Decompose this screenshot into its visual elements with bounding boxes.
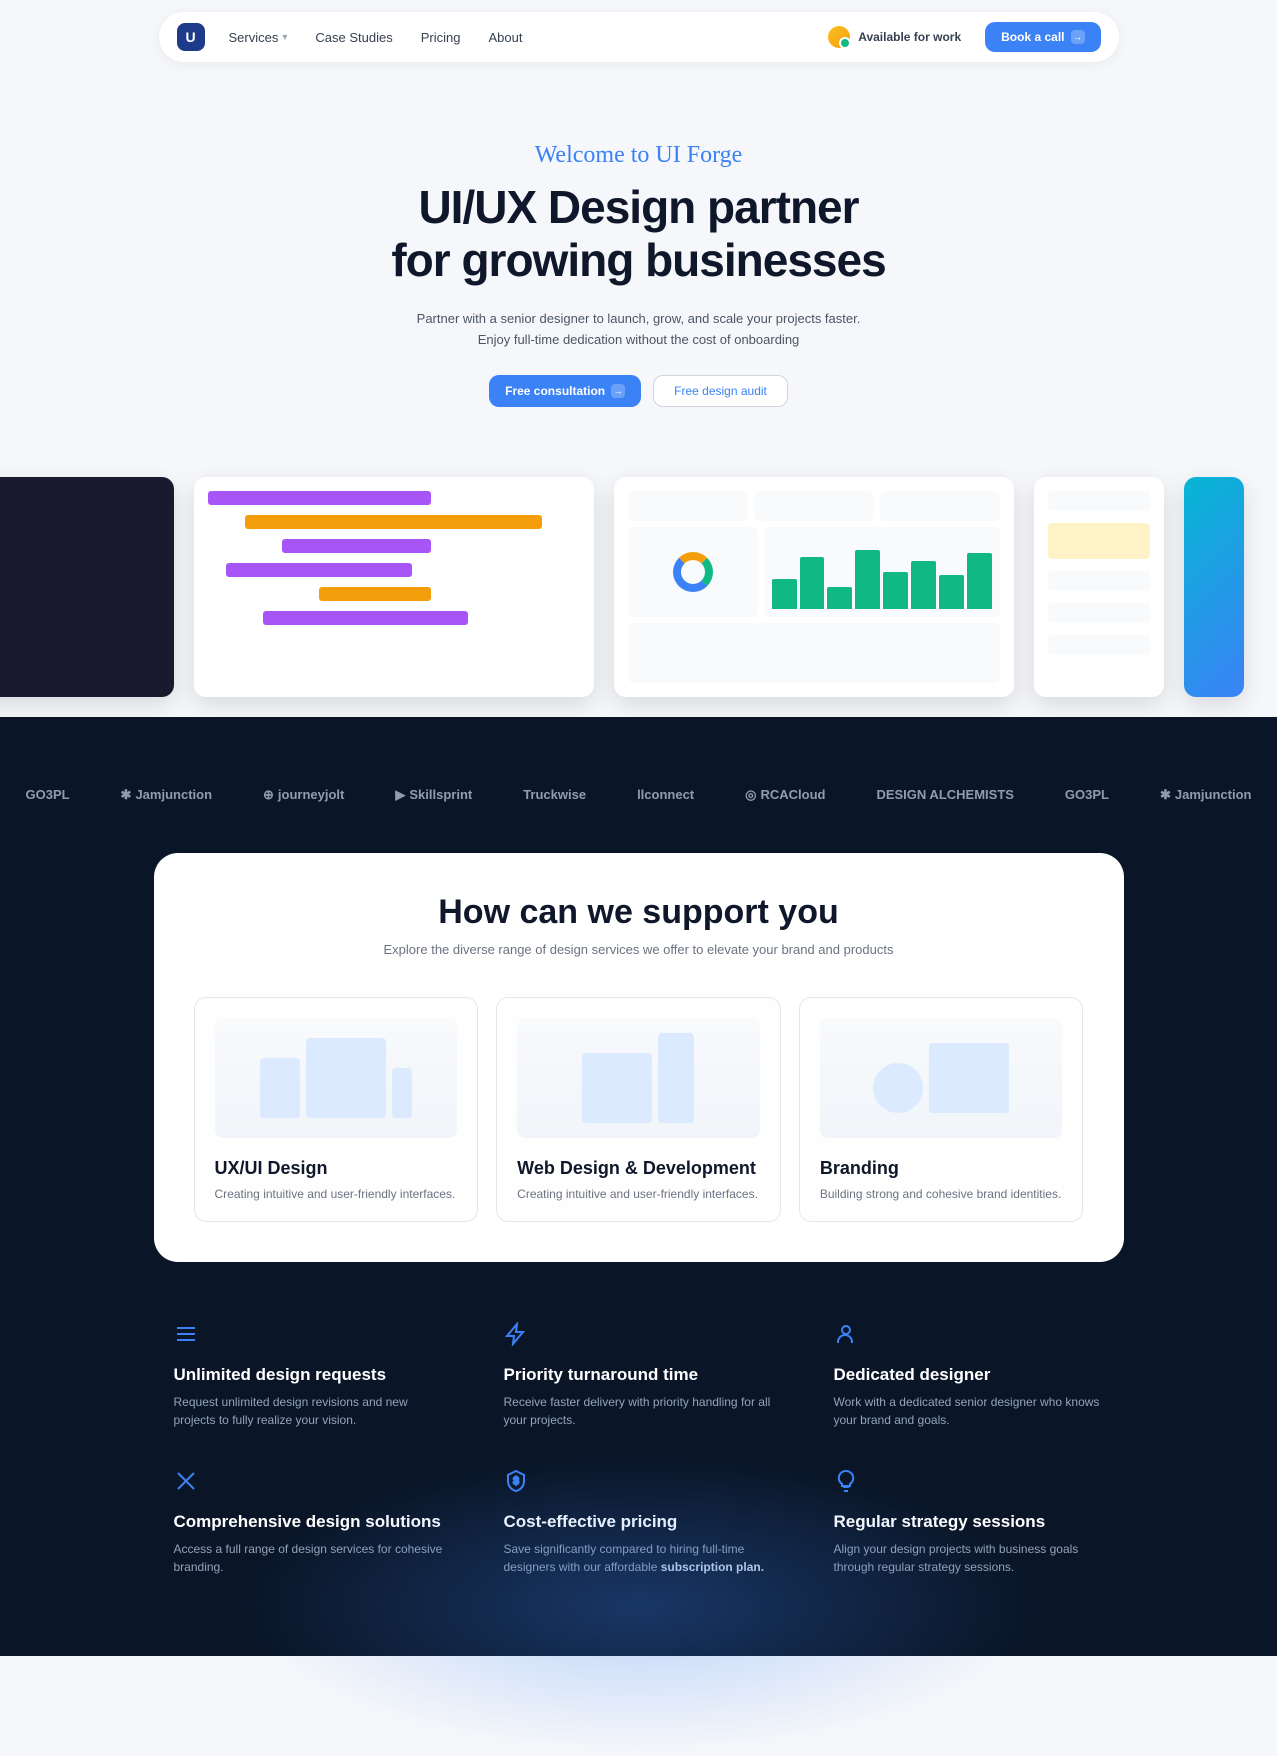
work-carousel <box>0 447 1277 757</box>
service-desc: Building strong and cohesive brand ident… <box>820 1187 1063 1201</box>
feature-cost: $ Cost-effective pricing Save significan… <box>504 1469 774 1576</box>
book-call-button[interactable]: Book a call→ <box>985 22 1100 52</box>
hero-welcome: Welcome to UI Forge <box>20 142 1257 169</box>
svg-text:$: $ <box>513 1476 519 1487</box>
client-logo: Truckwise <box>523 787 586 802</box>
hero-sub2: Enjoy full-time dedication without the c… <box>20 332 1257 347</box>
portfolio-shot <box>1034 477 1164 697</box>
free-consultation-button[interactable]: Free consultation→ <box>489 375 641 407</box>
service-title: UX/UI Design <box>215 1158 458 1179</box>
feature-desc: Align your design projects with business… <box>834 1540 1104 1576</box>
client-logo: ✱ Jamjunction <box>1160 787 1251 803</box>
chevron-down-icon: ▾ <box>282 32 287 43</box>
portfolio-shot <box>194 477 594 697</box>
service-title: Web Design & Development <box>517 1158 760 1179</box>
feature-dedicated: Dedicated designer Work with a dedicated… <box>834 1322 1104 1429</box>
feature-unlimited: Unlimited design requests Request unlimi… <box>174 1322 444 1429</box>
hero-ctas: Free consultation→ Free design audit <box>20 375 1257 407</box>
arrow-right-icon: → <box>1071 30 1085 44</box>
feature-priority: Priority turnaround time Receive faster … <box>504 1322 774 1429</box>
shield-dollar-icon: $ <box>504 1469 528 1493</box>
support-heading: How can we support you <box>194 893 1084 932</box>
feature-title: Cost-effective pricing <box>504 1512 774 1532</box>
feature-desc: Work with a dedicated senior designer wh… <box>834 1393 1104 1429</box>
portfolio-shot <box>0 477 174 697</box>
hero-sub1: Partner with a senior designer to launch… <box>20 311 1257 326</box>
feature-title: Dedicated designer <box>834 1365 1104 1385</box>
client-logo: ◎ RCACloud <box>745 787 825 803</box>
client-logo: GO3PL <box>1065 787 1109 802</box>
service-illustration <box>820 1018 1063 1138</box>
hero: Welcome to UI Forge UI/UX Design partner… <box>0 62 1277 447</box>
service-desc: Creating intuitive and user-friendly int… <box>215 1187 458 1201</box>
client-logo: ▶ Skillsprint <box>395 787 472 803</box>
arrow-right-icon: → <box>611 384 625 398</box>
client-logo: llconnect <box>637 787 694 802</box>
feature-title: Comprehensive design solutions <box>174 1512 444 1532</box>
features-grid: Unlimited design requests Request unlimi… <box>154 1322 1124 1576</box>
support-card: How can we support you Explore the diver… <box>154 853 1124 1262</box>
nav-pricing[interactable]: Pricing <box>421 30 461 45</box>
tools-icon <box>174 1469 198 1493</box>
client-logo: ✱ Jamjunction <box>121 787 212 803</box>
portfolio-shot <box>614 477 1014 697</box>
availability-label: Available for work <box>858 30 961 44</box>
services-grid: UX/UI Design Creating intuitive and user… <box>194 997 1084 1222</box>
availability-badge: Available for work <box>828 26 961 48</box>
feature-comprehensive: Comprehensive design solutions Access a … <box>174 1469 444 1576</box>
service-card-web[interactable]: Web Design & Development Creating intuit… <box>496 997 781 1222</box>
logo[interactable]: U <box>177 23 205 51</box>
free-design-audit-button[interactable]: Free design audit <box>653 375 788 407</box>
feature-desc: Access a full range of design services f… <box>174 1540 444 1576</box>
service-card-uxui[interactable]: UX/UI Design Creating intuitive and user… <box>194 997 479 1222</box>
portfolio-shot <box>1184 477 1244 697</box>
client-logo: DESIGN ALCHEMISTS <box>876 787 1013 802</box>
service-desc: Creating intuitive and user-friendly int… <box>517 1187 760 1201</box>
feature-title: Unlimited design requests <box>174 1365 444 1385</box>
support-sub: Explore the diverse range of design serv… <box>194 942 1084 957</box>
feature-desc: Receive faster delivery with priority ha… <box>504 1393 774 1429</box>
dark-section: GO3PL ✱ Jamjunction ⊕ journeyjolt ▶ Skil… <box>0 717 1277 1656</box>
navbar: U Services▾ Case Studies Pricing About A… <box>159 12 1119 62</box>
client-logo: ⊕ journeyjolt <box>263 787 344 803</box>
nav-case-studies[interactable]: Case Studies <box>315 30 392 45</box>
service-illustration <box>215 1018 458 1138</box>
service-title: Branding <box>820 1158 1063 1179</box>
nav-about[interactable]: About <box>488 30 522 45</box>
client-logo: GO3PL <box>25 787 69 802</box>
nav-services[interactable]: Services▾ <box>229 30 288 45</box>
feature-desc: Request unlimited design revisions and n… <box>174 1393 444 1429</box>
avatar <box>828 26 850 48</box>
client-logos: GO3PL ✱ Jamjunction ⊕ journeyjolt ▶ Skil… <box>0 757 1277 833</box>
feature-strategy: Regular strategy sessions Align your des… <box>834 1469 1104 1576</box>
feature-desc: Save significantly compared to hiring fu… <box>504 1540 774 1576</box>
hero-heading: UI/UX Design partnerfor growing business… <box>20 181 1257 287</box>
user-icon <box>834 1322 858 1346</box>
bolt-icon <box>504 1322 528 1346</box>
feature-title: Regular strategy sessions <box>834 1512 1104 1532</box>
lightbulb-icon <box>834 1469 858 1493</box>
nav-links: Services▾ Case Studies Pricing About <box>229 30 805 45</box>
layers-icon <box>174 1322 198 1346</box>
service-card-branding[interactable]: Branding Building strong and cohesive br… <box>799 997 1084 1222</box>
feature-title: Priority turnaround time <box>504 1365 774 1385</box>
service-illustration <box>517 1018 760 1138</box>
